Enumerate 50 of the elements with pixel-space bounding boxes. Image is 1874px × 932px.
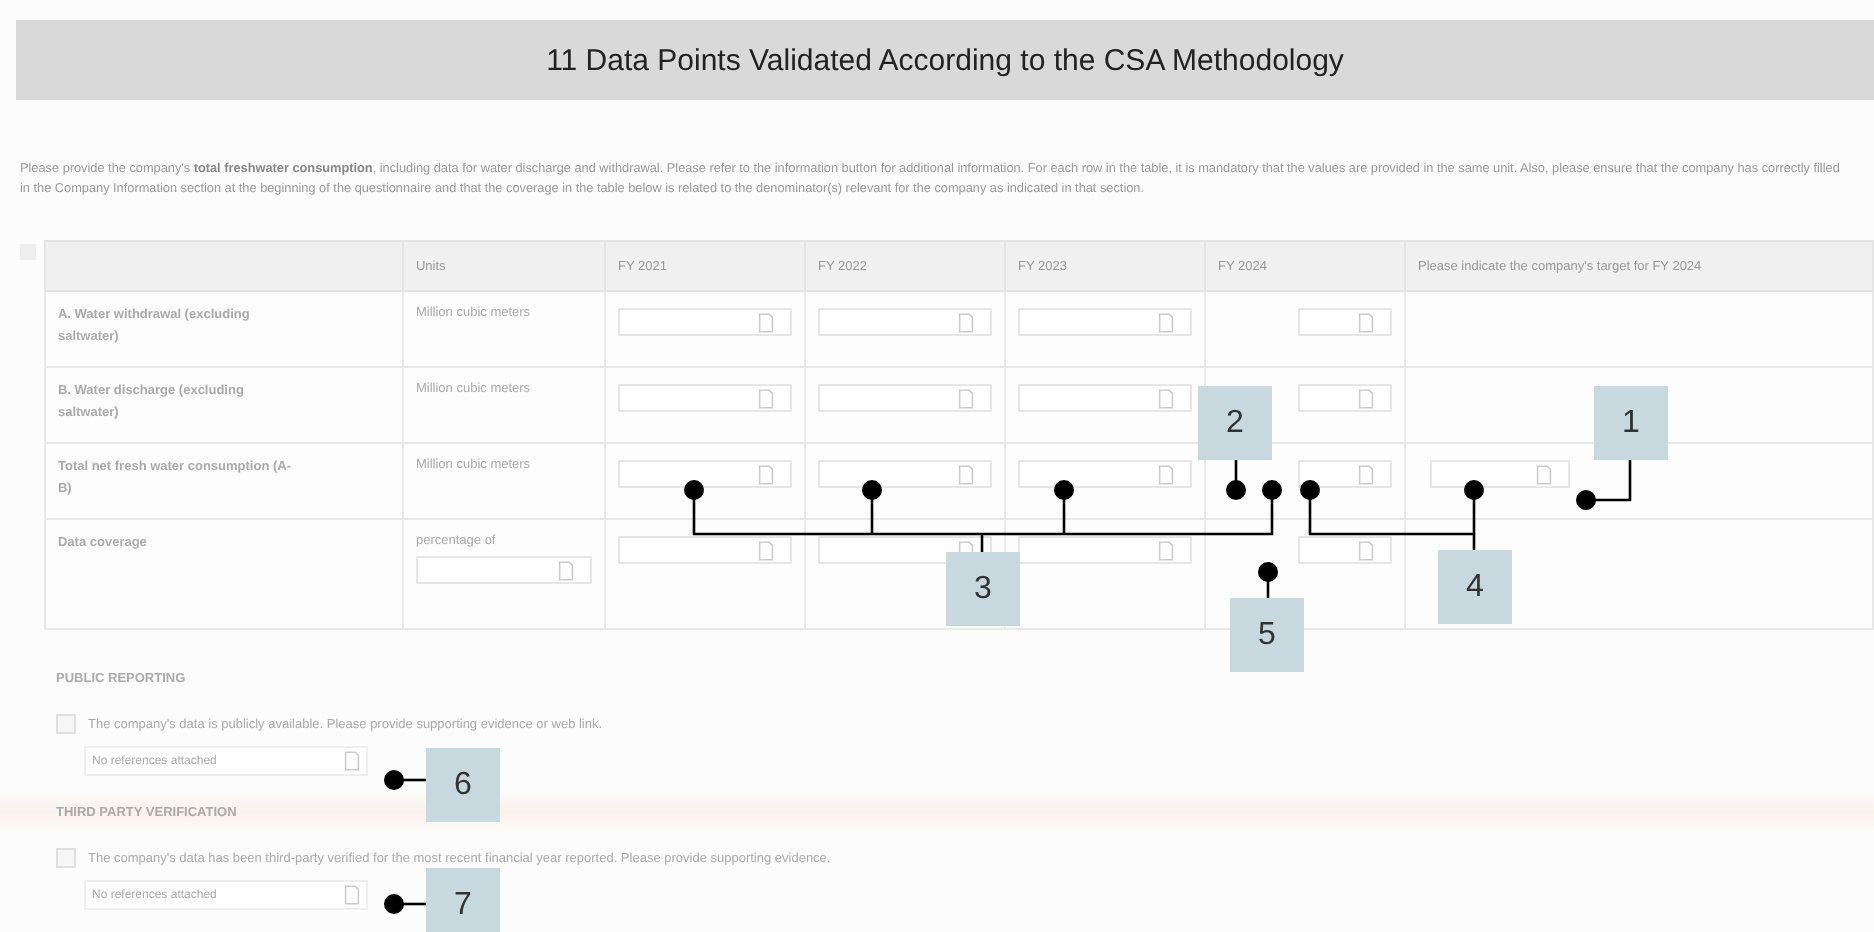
input-field[interactable]: [1017, 308, 1192, 336]
input-field[interactable]: [1297, 384, 1392, 412]
input-field[interactable]: [1297, 536, 1392, 564]
input-field[interactable]: [1297, 460, 1392, 488]
input-field[interactable]: [1017, 384, 1192, 412]
page-title: 11 Data Points Validated According to the CSA Methodology: [546, 43, 1344, 77]
document-icon[interactable]: [757, 463, 774, 485]
callout-number: 1: [1594, 386, 1668, 460]
document-icon[interactable]: [1157, 311, 1174, 333]
input-field[interactable]: [1297, 308, 1392, 336]
input-field[interactable]: [817, 308, 992, 336]
document-icon[interactable]: [344, 884, 360, 906]
input-field[interactable]: [415, 556, 592, 584]
document-icon[interactable]: [1157, 387, 1174, 409]
checkbox[interactable]: [56, 848, 76, 868]
input-field[interactable]: [1429, 460, 1570, 488]
document-icon[interactable]: [1157, 539, 1174, 561]
document-icon[interactable]: [344, 750, 360, 772]
input-field[interactable]: [817, 384, 992, 412]
callout-number: 2: [1198, 386, 1272, 460]
document-icon[interactable]: [757, 311, 774, 333]
leader-line: [1576, 460, 1632, 510]
document-icon[interactable]: [1357, 463, 1374, 485]
checkbox[interactable]: [56, 714, 76, 734]
document-icon[interactable]: [557, 559, 574, 581]
input-field[interactable]: [817, 460, 992, 488]
input-field[interactable]: [617, 308, 792, 336]
callout-number: 6: [426, 748, 500, 822]
document-icon[interactable]: [1535, 463, 1552, 485]
leader-line: [1258, 562, 1278, 598]
input-field[interactable]: [617, 384, 792, 412]
document-icon[interactable]: [1157, 463, 1174, 485]
document-icon[interactable]: [957, 387, 974, 409]
document-icon[interactable]: [1357, 387, 1374, 409]
callout-number: 3: [946, 552, 1020, 626]
document-icon[interactable]: [957, 463, 974, 485]
callout-number: 5: [1230, 598, 1304, 672]
input-field[interactable]: [1017, 536, 1192, 564]
document-icon[interactable]: [1357, 539, 1374, 561]
document-icon[interactable]: [1357, 311, 1374, 333]
document-icon[interactable]: [757, 387, 774, 409]
leader-line: [384, 770, 426, 790]
document-icon[interactable]: [957, 311, 974, 333]
leader-line: [384, 894, 426, 914]
input-field[interactable]: [1017, 460, 1192, 488]
document-icon[interactable]: [757, 539, 774, 561]
input-field[interactable]: [617, 536, 792, 564]
callout-number: 7: [426, 868, 500, 932]
input-field[interactable]: [617, 460, 792, 488]
callout-number: 4: [1438, 550, 1512, 624]
